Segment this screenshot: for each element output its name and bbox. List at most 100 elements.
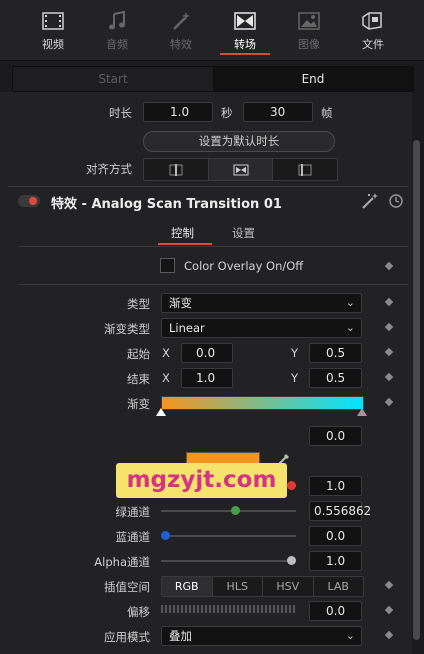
green-input[interactable]: 0.556862 xyxy=(309,501,371,521)
frames-unit: 帧 xyxy=(321,106,333,120)
chevron-down-icon: ⌄ xyxy=(345,321,355,334)
alignment-label: 对齐方式 xyxy=(86,162,132,176)
effect-enable-toggle[interactable] xyxy=(18,195,40,207)
tab-label: 视频 xyxy=(42,38,64,51)
type-value: 渐变 xyxy=(169,296,192,310)
align-center-icon xyxy=(233,164,248,175)
tab-label: 特效 xyxy=(170,38,192,51)
color-overlay-label: Color Overlay On/Off xyxy=(184,259,304,273)
green-label: 绿通道 xyxy=(115,505,151,519)
tab-image[interactable]: 图像 xyxy=(280,10,338,52)
alpha-slider-track[interactable] xyxy=(161,560,296,562)
divider xyxy=(8,186,408,187)
align-start-button[interactable] xyxy=(144,159,209,180)
color-overlay-checkbox[interactable] xyxy=(160,258,175,273)
chevron-down-icon: ⌄ xyxy=(345,296,355,309)
interp-hls-button[interactable]: HLS xyxy=(213,577,263,596)
interp-space-label: 插值空间 xyxy=(104,580,150,594)
file-icon xyxy=(344,10,402,32)
scrollbar[interactable] xyxy=(413,140,420,640)
magic-wand-icon xyxy=(152,10,210,32)
type-select[interactable]: 渐变 ⌄ xyxy=(161,293,362,313)
gradient-position-input[interactable]: 0.0 xyxy=(309,426,362,446)
alpha-slider-knob[interactable] xyxy=(287,556,296,565)
gradient-type-label: 渐变类型 xyxy=(104,322,150,336)
blue-slider-track[interactable] xyxy=(161,535,296,537)
transition-bowtie-icon xyxy=(216,10,274,32)
interp-space-segmented: RGB HLS HSV LAB xyxy=(161,576,364,597)
tab-video[interactable]: 视频 xyxy=(24,10,82,52)
divider xyxy=(18,246,408,247)
tab-transition[interactable]: 转场 xyxy=(216,10,274,55)
alpha-label: Alpha通道 xyxy=(94,555,150,569)
blue-slider-knob[interactable] xyxy=(161,531,170,540)
align-end-icon xyxy=(298,163,312,176)
interp-rgb-button[interactable]: RGB xyxy=(162,577,213,596)
start-button[interactable]: Start xyxy=(13,67,213,91)
align-start-icon xyxy=(169,163,183,176)
blend-mode-select[interactable]: 叠加 ⌄ xyxy=(161,626,362,646)
tab-label: 音频 xyxy=(106,38,128,51)
tab-file[interactable]: 文件 xyxy=(344,10,402,52)
image-icon xyxy=(280,10,338,32)
magic-wand-icon[interactable] xyxy=(360,192,380,213)
chevron-down-icon: ⌄ xyxy=(345,629,355,642)
tab-audio[interactable]: 音频 xyxy=(88,10,146,52)
blend-mode-label: 应用模式 xyxy=(104,630,150,644)
tab-label: 文件 xyxy=(362,38,384,51)
blue-label: 蓝通道 xyxy=(115,530,151,544)
active-tab-underline xyxy=(220,53,270,55)
tab-label: 图像 xyxy=(298,38,320,51)
gradient-type-value: Linear xyxy=(169,321,205,335)
blend-mode-value: 叠加 xyxy=(169,629,192,643)
duration-seconds-input[interactable]: 1.0 xyxy=(143,102,213,122)
watermark: mgzyjt.com xyxy=(116,463,287,498)
gradient-label: 渐变 xyxy=(127,397,150,411)
offset-label: 偏移 xyxy=(127,605,150,619)
interp-hsv-button[interactable]: HSV xyxy=(263,577,314,596)
tab-label: 转场 xyxy=(234,38,256,51)
red-slider-knob[interactable] xyxy=(287,481,296,490)
effect-tab-underline xyxy=(158,243,212,245)
music-note-icon xyxy=(88,10,146,32)
divider xyxy=(18,284,408,285)
alignment-segmented xyxy=(143,158,338,181)
end-button[interactable]: End xyxy=(213,67,413,91)
blue-input[interactable]: 0.0 xyxy=(309,526,362,546)
tab-controls[interactable]: 控制 xyxy=(171,225,194,241)
gradient-stop-start[interactable] xyxy=(156,408,166,416)
offset-jog-wheel[interactable] xyxy=(161,605,296,613)
gradient-bar[interactable] xyxy=(161,396,364,410)
tab-settings[interactable]: 设置 xyxy=(232,225,255,241)
start-end-toggle: Start End xyxy=(12,66,414,92)
align-center-button[interactable] xyxy=(208,159,274,180)
set-default-duration-button[interactable]: 设置为默认时长 xyxy=(143,131,335,152)
y-label: Y xyxy=(291,371,299,385)
reset-history-icon[interactable] xyxy=(388,193,404,212)
type-label: 类型 xyxy=(127,297,150,311)
video-film-icon xyxy=(24,10,82,32)
align-end-button[interactable] xyxy=(273,159,337,180)
toggle-knob xyxy=(29,197,37,205)
green-slider-track[interactable] xyxy=(161,510,296,512)
seconds-unit: 秒 xyxy=(221,106,233,120)
duration-label: 时长 xyxy=(109,106,132,120)
start-y-input[interactable]: 0.5 xyxy=(309,343,362,363)
end-point-label: 结束 xyxy=(127,372,150,386)
gradient-stop-end[interactable] xyxy=(357,408,367,416)
x-label: X xyxy=(162,371,170,385)
start-point-label: 起始 xyxy=(127,347,150,361)
y-label: Y xyxy=(291,346,299,360)
start-x-input[interactable]: 0.0 xyxy=(181,343,233,363)
red-input[interactable]: 1.0 xyxy=(309,476,362,496)
media-tab-bar: 视频 音频 特效 转场 图像 文件 xyxy=(0,0,424,61)
gradient-type-select[interactable]: Linear ⌄ xyxy=(161,318,362,338)
tab-effects[interactable]: 特效 xyxy=(152,10,210,52)
duration-frames-input[interactable]: 30 xyxy=(243,102,313,122)
end-x-input[interactable]: 1.0 xyxy=(181,368,233,388)
effect-title: 特效 - Analog Scan Transition 01 xyxy=(51,197,282,212)
alpha-input[interactable]: 1.0 xyxy=(309,551,362,571)
interp-lab-button[interactable]: LAB xyxy=(314,577,364,596)
end-y-input[interactable]: 0.5 xyxy=(309,368,362,388)
offset-input[interactable]: 0.0 xyxy=(309,601,362,621)
